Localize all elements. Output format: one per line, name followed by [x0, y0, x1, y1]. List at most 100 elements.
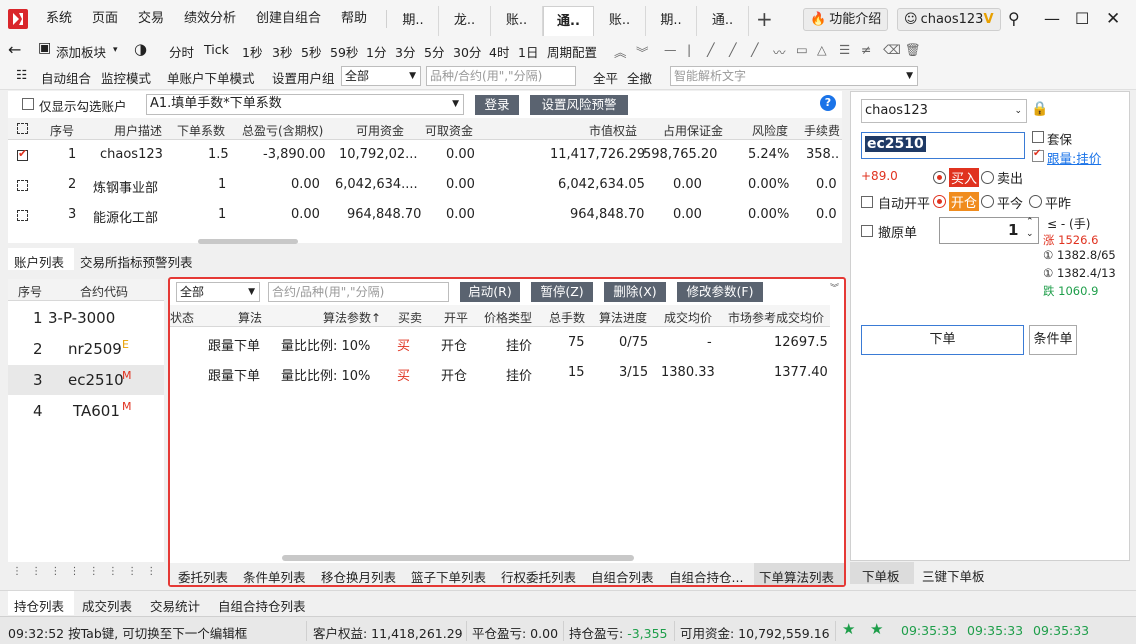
- tab-tong-2[interactable]: 通..: [697, 6, 749, 36]
- pin-icon[interactable]: ⚲: [1008, 0, 1020, 38]
- contract-filter-input[interactable]: 品种/合约(用","分隔): [426, 66, 576, 86]
- tab-entrust-list[interactable]: 委托列表: [178, 567, 228, 586]
- user-button[interactable]: ☺ chaos123 V: [897, 8, 1001, 31]
- account-select[interactable]: chaos123 ⌄: [861, 99, 1027, 123]
- menu-help[interactable]: 帮助: [341, 0, 367, 38]
- trash-icon[interactable]: 🗑: [905, 42, 921, 58]
- tab-account-list[interactable]: 账户列表: [14, 252, 64, 271]
- period-4h[interactable]: 4时: [489, 42, 509, 61]
- row-checkbox[interactable]: [17, 210, 28, 221]
- tab-rollover-list[interactable]: 移仓换月列表: [321, 567, 396, 586]
- contract-list-tab-strip[interactable]: ⋮ ⋮ ⋮ ⋮ ⋮ ⋮ ⋮ ⋮ ⋮ ⋮: [8, 562, 195, 584]
- tab-combo-position-list[interactable]: 自组合持仓列表: [218, 596, 306, 615]
- select-all-checkbox[interactable]: [17, 123, 28, 134]
- condition-order-button[interactable]: 条件单: [1029, 325, 1077, 355]
- period-5s[interactable]: 5秒: [301, 42, 321, 61]
- vline-icon[interactable]: |: [687, 42, 691, 57]
- close-yesterday-radio[interactable]: [1029, 195, 1042, 208]
- algo-filter-select[interactable]: 全部 ▼: [176, 282, 260, 302]
- sell-radio[interactable]: [981, 171, 994, 184]
- table-row[interactable]: 跟量下单 量比比例: 10% 买 开仓 挂价 75 0/75 - 12697.5: [170, 329, 846, 359]
- period-5m[interactable]: 5分: [424, 42, 444, 61]
- pause-button[interactable]: 暂停(Z): [531, 282, 593, 302]
- tab-three-key-board[interactable]: 三键下单板: [922, 566, 985, 585]
- tab-condition-list[interactable]: 条件单列表: [243, 567, 306, 586]
- close-today-radio[interactable]: [981, 195, 994, 208]
- add-tab-button[interactable]: +: [756, 0, 773, 38]
- minimize-icon[interactable]: —: [1044, 0, 1060, 38]
- menu-performance[interactable]: 绩效分析: [184, 0, 236, 38]
- menu-create-combo[interactable]: 创建自组合: [256, 0, 321, 38]
- double-up-icon[interactable]: ︽: [614, 42, 627, 61]
- segment-icon[interactable]: ╱: [751, 42, 759, 57]
- double-down-icon[interactable]: ︾: [636, 42, 649, 61]
- period-30m[interactable]: 30分: [453, 42, 481, 61]
- quantity-stepper[interactable]: 1 ⌃ ⌄: [939, 217, 1039, 244]
- modify-params-button[interactable]: 修改参数(F): [677, 282, 763, 302]
- tab-combo-list[interactable]: 自组合列表: [591, 567, 654, 586]
- tab-exchange-warning-list[interactable]: 交易所指标预警列表: [80, 252, 193, 271]
- tab-exercise-list[interactable]: 行权委托列表: [501, 567, 576, 586]
- row-checkbox[interactable]: [17, 180, 28, 191]
- period-config-button[interactable]: 周期配置: [547, 42, 597, 61]
- order-mode-select[interactable]: A1.填单手数*下单系数 ▼: [146, 94, 464, 115]
- tab-trade-stats[interactable]: 交易统计: [150, 596, 200, 615]
- tab-account-2[interactable]: 账..: [594, 6, 646, 36]
- smart-parse-input[interactable]: 智能解析文字 ▼: [670, 66, 918, 86]
- buy-label[interactable]: 买入: [949, 168, 980, 187]
- sell-label[interactable]: 卖出: [997, 168, 1023, 187]
- period-1m[interactable]: 1分: [366, 42, 386, 61]
- eraser-icon[interactable]: ⌫: [883, 42, 901, 57]
- buy-radio[interactable]: [933, 171, 946, 184]
- place-order-button[interactable]: 下单: [861, 325, 1024, 355]
- period-3s[interactable]: 3秒: [272, 42, 292, 61]
- list-item[interactable]: 4 TA601 M: [8, 396, 164, 426]
- row-checkbox-checked[interactable]: ✔: [17, 147, 28, 161]
- menu-system[interactable]: 系统: [46, 0, 72, 38]
- period-3m[interactable]: 3分: [395, 42, 415, 61]
- tab-futures[interactable]: 期..: [388, 6, 439, 36]
- triangle-icon[interactable]: △: [817, 42, 827, 57]
- ray-icon[interactable]: ╱: [729, 42, 737, 57]
- star-icon[interactable]: ★: [842, 620, 855, 638]
- hedge-checkbox[interactable]: [1032, 131, 1044, 143]
- feature-intro-button[interactable]: 🔥 功能介绍: [803, 8, 889, 31]
- table-row[interactable]: ✔ 1 chaos123 1.5 -3,890.00 10,792,02... …: [8, 141, 842, 171]
- chevron-down-icon[interactable]: ▾: [113, 45, 118, 55]
- period-1s[interactable]: 1秒: [242, 42, 262, 61]
- menu-page[interactable]: 页面: [92, 0, 118, 38]
- open-label[interactable]: 开仓: [949, 192, 980, 211]
- auto-combo-button[interactable]: 自动组合: [41, 68, 91, 87]
- close-all-button[interactable]: 全平: [593, 68, 618, 87]
- channel-icon[interactable]: ≠: [861, 42, 871, 57]
- wave-icon[interactable]: 〰: [773, 42, 786, 61]
- stepper-up-icon[interactable]: ⌃: [1026, 217, 1034, 227]
- list-item-selected[interactable]: 3 ec2510 M: [8, 365, 164, 395]
- help-icon[interactable]: ?: [820, 95, 836, 111]
- list-item[interactable]: 2 nr2509 E: [8, 334, 164, 364]
- risk-warning-button[interactable]: 设置风险预警: [530, 95, 628, 115]
- follow-link[interactable]: 跟量:挂价: [1047, 148, 1101, 167]
- tab-basket-list[interactable]: 篮子下单列表: [411, 567, 486, 586]
- tab-algo-order-list[interactable]: 下单算法列表: [759, 567, 834, 586]
- period-fenshi[interactable]: 分时: [169, 42, 194, 61]
- auto-open-close-checkbox[interactable]: [861, 196, 873, 208]
- back-icon[interactable]: ←: [8, 40, 21, 59]
- close-yesterday-label[interactable]: 平昨: [1045, 193, 1071, 212]
- tab-account[interactable]: 账..: [491, 6, 543, 36]
- single-account-order-mode-button[interactable]: 单账户下单模式: [167, 68, 255, 87]
- tab-trade-list[interactable]: 成交列表: [82, 596, 132, 615]
- fib-icon[interactable]: ☰: [839, 42, 850, 57]
- period-59s[interactable]: 59秒: [330, 42, 358, 61]
- contrast-icon[interactable]: ◑: [134, 40, 147, 58]
- line-icon[interactable]: ╱: [707, 42, 715, 57]
- close-icon[interactable]: ✕: [1106, 0, 1120, 38]
- stepper-down-icon[interactable]: ⌄: [1026, 229, 1034, 239]
- contract-input[interactable]: ec2510: [861, 132, 1025, 159]
- table-row[interactable]: 3 能源化工部 1 0.00 964,848.70 0.00 964,848.7…: [8, 201, 842, 231]
- only-checked-checkbox[interactable]: [22, 98, 34, 110]
- star-icon[interactable]: ★: [870, 620, 883, 638]
- tab-dragon[interactable]: 龙..: [439, 6, 491, 36]
- cancel-original-checkbox[interactable]: [861, 225, 873, 237]
- list-item[interactable]: 1 3-P-3000: [8, 303, 164, 333]
